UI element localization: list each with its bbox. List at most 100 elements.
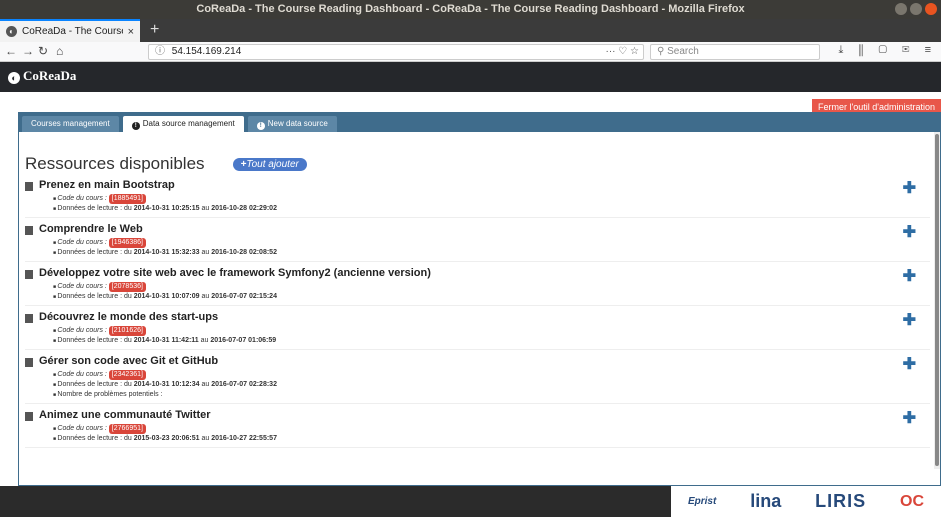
- book-icon: [25, 412, 33, 421]
- course-title: Gérer son code avec Git et GitHub: [39, 355, 219, 367]
- window-controls: [895, 3, 937, 15]
- lina-logo: lina: [750, 491, 782, 511]
- course-code-row: Code du cours : [2101626]: [53, 326, 930, 336]
- add-all-button[interactable]: +Tout ajouter: [232, 157, 307, 171]
- window-titlebar: CoReaDa - The Course Reading Dashboard -…: [0, 0, 941, 19]
- date-to: 2016-10-28 02:29:02: [211, 205, 277, 212]
- tab-courses-management[interactable]: Courses management: [22, 116, 119, 132]
- course-title: Animez une communauté Twitter: [39, 409, 211, 421]
- date-from: 2014-10-31 11:42:11: [133, 337, 199, 344]
- reading-data-row: Données de lecture : du 2015-03-23 20:06…: [53, 434, 930, 444]
- code-label: Code du cours :: [57, 371, 107, 378]
- toolbar-icons[interactable]: ⤓ ⫼ ▢ ✉ ≡: [838, 44, 937, 57]
- book-icon: [25, 182, 33, 191]
- reading-data-row: Données de lecture : du 2014-10-31 10:12…: [53, 380, 930, 390]
- resources-list[interactable]: Ressources disponibles +Tout ajouter Pre…: [19, 132, 940, 485]
- course-code-row: Code du cours : [1885491]: [53, 194, 930, 204]
- date-from: 2014-10-31 10:25:15: [133, 205, 200, 212]
- code-label: Code du cours :: [57, 327, 107, 334]
- scrollbar-thumb[interactable]: [935, 134, 939, 466]
- add-course-button[interactable]: ✚: [903, 408, 916, 428]
- panel-tabs: Courses management ! Data source manageme…: [19, 113, 940, 132]
- course-code: [1885491]: [108, 194, 146, 204]
- course-code-row: Code du cours : [1946386]: [53, 238, 930, 248]
- scrollbar[interactable]: [934, 132, 940, 469]
- add-course-button[interactable]: ✚: [903, 178, 916, 198]
- date-from: 2014-10-31 10:07:09: [133, 293, 200, 300]
- tab-title: CoReaDa - The Course Re: [22, 26, 123, 37]
- liris-logo: LIRIS: [815, 491, 867, 511]
- book-icon: [25, 314, 33, 323]
- browser-tab[interactable]: ◐ CoReaDa - The Course Re ×: [0, 19, 140, 42]
- search-input[interactable]: ⚲ Search: [650, 44, 820, 60]
- course-code: [2078536]: [108, 282, 146, 292]
- reading-label: Données de lecture : du: [57, 205, 132, 212]
- new-tab-icon[interactable]: +: [150, 21, 159, 39]
- info-icon: !: [256, 122, 265, 130]
- list-item: Découvrez le monde des start-ups ✚ Code …: [25, 306, 930, 350]
- tab-label: Data source management: [142, 119, 235, 128]
- list-item: Comprendre le Web ✚ Code du cours : [194…: [25, 218, 930, 262]
- tab-label: Courses management: [31, 119, 110, 128]
- add-course-button[interactable]: ✚: [903, 354, 916, 374]
- list-item: Prenez en main Bootstrap ✚ Code du cours…: [25, 174, 930, 218]
- home-icon[interactable]: ⌂: [56, 44, 63, 58]
- add-all-label: Tout ajouter: [246, 158, 299, 170]
- main-content: Fermer l'outil d'administration Courses …: [0, 92, 941, 486]
- tab-label: New data source: [267, 119, 328, 128]
- to-label: au: [201, 381, 210, 388]
- code-label: Code du cours :: [57, 195, 107, 202]
- course-code-row: Code du cours : [2766951]: [53, 424, 930, 434]
- search-icon: ⚲: [657, 46, 668, 57]
- date-from: 2014-10-31 15:32:33: [133, 249, 200, 256]
- problems-row: Nombre de problèmes potentiels :: [53, 390, 930, 400]
- date-to: 2016-10-27 22:55:57: [211, 435, 277, 442]
- openclassrooms-logo: OC: [900, 492, 925, 510]
- to-label: au: [201, 435, 210, 442]
- tab-new-data-source[interactable]: ! New data source: [247, 116, 337, 132]
- date-to: 2016-07-07 02:15:24: [211, 293, 277, 300]
- app-header: ◐ CoReaDa: [0, 62, 941, 92]
- course-title: Prenez en main Bootstrap: [39, 179, 175, 191]
- add-course-button[interactable]: ✚: [903, 310, 916, 330]
- date-to: 2016-07-07 02:28:32: [211, 381, 277, 388]
- page-actions-icon[interactable]: ··· ♡ ☆: [606, 45, 639, 59]
- code-label: Code du cours :: [57, 283, 107, 290]
- reading-label: Données de lecture : du: [57, 249, 132, 256]
- add-course-button[interactable]: ✚: [903, 266, 916, 286]
- course-code: [2342361]: [108, 370, 146, 380]
- app-name[interactable]: CoReaDa: [23, 68, 76, 83]
- search-placeholder: Search: [667, 46, 699, 57]
- favicon-icon: ◐: [6, 26, 17, 37]
- reload-icon[interactable]: ↻: [38, 44, 48, 58]
- minimize-icon[interactable]: [895, 3, 907, 15]
- info-lock-icon[interactable]: ⓘ: [155, 46, 165, 57]
- close-tab-icon[interactable]: ×: [128, 26, 134, 38]
- maximize-icon[interactable]: [910, 3, 922, 15]
- to-label: au: [201, 205, 210, 212]
- code-label: Code du cours :: [57, 425, 107, 432]
- partner-logos: Eprist lina LIRIS OC: [671, 486, 941, 517]
- date-from: 2014-10-31 10:12:34: [133, 381, 200, 388]
- section-title: Ressources disponibles: [25, 154, 205, 173]
- close-window-icon[interactable]: [925, 3, 937, 15]
- reading-label: Données de lecture : du: [57, 293, 132, 300]
- course-code-row: Code du cours : [2078536]: [53, 282, 930, 292]
- course-code-row: Code du cours : [2342361]: [53, 370, 930, 380]
- date-to: 2016-10-28 02:08:52: [211, 249, 277, 256]
- list-item: Développez votre site web avec le framew…: [25, 262, 930, 306]
- book-icon: [25, 270, 33, 279]
- back-icon[interactable]: ←: [5, 44, 17, 58]
- browser-tabbar: ◐ CoReaDa - The Course Re × +: [0, 19, 941, 42]
- url-text: 54.154.169.214: [171, 46, 242, 57]
- list-item: Animez une communauté Twitter ✚ Code du …: [25, 404, 930, 448]
- tab-data-source-management[interactable]: ! Data source management: [122, 116, 244, 132]
- url-bar[interactable]: ⓘ 54.154.169.214 ··· ♡ ☆: [148, 44, 644, 60]
- eprist-logo: Eprist: [687, 496, 717, 507]
- forward-icon[interactable]: →: [22, 44, 34, 58]
- book-icon: [25, 226, 33, 235]
- add-course-button[interactable]: ✚: [903, 222, 916, 242]
- course-code: [1946386]: [108, 238, 146, 248]
- code-label: Code du cours :: [57, 239, 107, 246]
- course-title: Comprendre le Web: [39, 223, 143, 235]
